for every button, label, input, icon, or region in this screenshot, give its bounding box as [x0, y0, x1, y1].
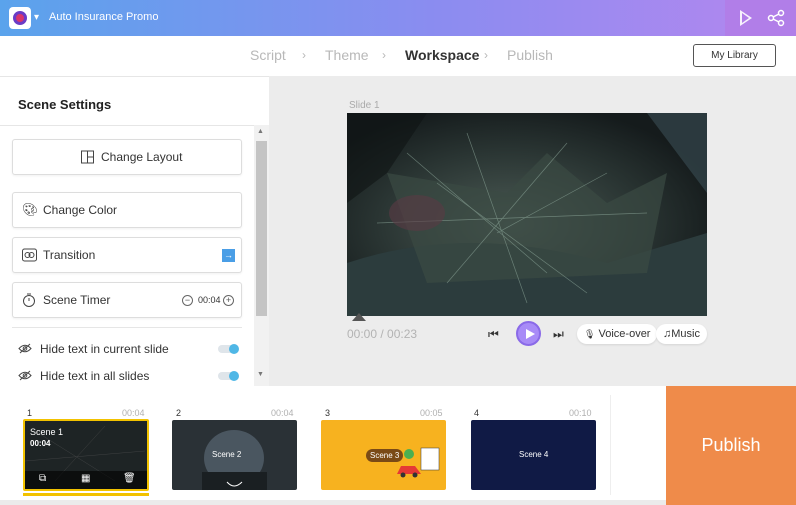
panel-title: Scene Settings — [18, 97, 112, 112]
divider — [0, 125, 254, 126]
divider — [12, 327, 242, 328]
voice-over-label: Voice-over — [598, 328, 651, 340]
scene-thumbnail-2[interactable]: Scene 2 — [172, 420, 297, 490]
step-separator: › — [302, 48, 306, 62]
play-button[interactable] — [516, 321, 541, 346]
hide-text-current-toggle[interactable] — [218, 344, 239, 354]
timeline-scrollbar[interactable] — [0, 500, 666, 505]
eye-off-icon — [18, 370, 32, 381]
step-navigation: Script › Theme › Workspace › Publish — [0, 47, 796, 65]
music-note-icon: ♫ — [663, 328, 672, 340]
eye-off-icon — [18, 343, 32, 354]
palette-icon: 🎨︎ — [22, 202, 39, 217]
selected-scene-indicator — [23, 493, 149, 496]
layout-icon — [81, 150, 94, 164]
transition-row[interactable]: Transition → — [12, 237, 242, 273]
voice-over-button[interactable]: 🎙︎ Voice-over — [577, 324, 658, 344]
hide-text-all-label: Hide text in all slides — [40, 369, 150, 383]
publish-button[interactable]: Publish — [666, 386, 796, 505]
scene-duration: 00:04 — [271, 408, 294, 418]
scene-number: 1 — [27, 408, 33, 418]
step-workspace[interactable]: Workspace — [405, 47, 479, 63]
share-icon[interactable] — [766, 9, 786, 27]
timer-icon — [23, 293, 35, 307]
scene-actions: ⧉ ▦ 🗑︎ — [25, 471, 147, 489]
scene-duration: 00:04 — [122, 408, 145, 418]
scene-time: 00:04 — [30, 439, 51, 448]
step-script[interactable]: Script — [250, 47, 286, 63]
slide-label: Slide 1 — [349, 100, 380, 111]
scene-duration: 00:10 — [569, 408, 592, 418]
hide-text-all-toggle[interactable] — [218, 371, 239, 381]
transition-label: Transition — [43, 248, 96, 262]
scroll-down-icon[interactable]: ▼ — [257, 371, 264, 378]
scroll-up-icon[interactable]: ▲ — [257, 128, 264, 135]
timer-decrease-button[interactable]: − — [182, 295, 193, 306]
scene-timer-label: Scene Timer — [43, 293, 111, 307]
music-label: Music — [671, 328, 700, 340]
preview-play-icon[interactable] — [740, 10, 752, 26]
step-publish[interactable]: Publish — [507, 47, 553, 63]
scene-thumbnail-1[interactable]: Scene 1 00:04 ⧉ ▦ 🗑︎ — [23, 419, 149, 491]
top-bar: ▾ Auto Insurance Promo — [0, 0, 796, 36]
scene-thumbnail-3[interactable]: Scene 3 — [321, 420, 446, 490]
divider — [610, 395, 611, 495]
hide-text-current-label: Hide text in current slide — [40, 342, 169, 356]
transition-arrow-icon[interactable]: → — [222, 249, 235, 262]
app-logo-icon[interactable] — [9, 7, 31, 29]
skip-forward-icon[interactable]: ⏭︎ — [553, 327, 564, 342]
transition-icon — [22, 248, 37, 262]
change-color-button[interactable]: 🎨︎ Change Color — [12, 192, 242, 228]
layout-grid-icon[interactable]: ▦ — [81, 473, 90, 484]
scene-caption: Scene 1 — [30, 427, 64, 437]
delete-icon[interactable]: 🗑︎ — [123, 473, 136, 484]
duplicate-icon[interactable]: ⧉ — [39, 473, 46, 484]
timeline-marker[interactable] — [352, 313, 366, 321]
car-insurance-illustration — [397, 447, 440, 478]
scene-thumbnail-4[interactable]: Scene 4 — [471, 420, 596, 490]
scene-number: 4 — [474, 408, 480, 418]
chevron-down-icon[interactable]: ▾ — [34, 12, 39, 23]
scene-caption: Scene 4 — [519, 450, 549, 459]
timer-value[interactable]: 00:04 — [198, 295, 221, 305]
music-button[interactable]: ♫Music — [656, 324, 707, 344]
change-layout-label: Change Layout — [101, 150, 183, 164]
slide-preview-image[interactable] — [347, 113, 707, 316]
change-layout-button[interactable]: Change Layout — [12, 139, 242, 175]
microphone-icon: 🎙︎ — [584, 329, 596, 339]
step-separator: › — [382, 48, 386, 62]
scene-settings-panel: Scene Settings Change Layout 🎨︎ Change C… — [0, 76, 269, 386]
scene-duration: 00:05 — [420, 408, 443, 418]
my-library-button[interactable]: My Library — [693, 44, 776, 67]
scene-caption: Scene 2 — [212, 450, 242, 459]
scene-timer-row: Scene Timer − 00:04 + — [12, 282, 242, 318]
project-title[interactable]: Auto Insurance Promo — [49, 11, 158, 23]
scene-number: 2 — [176, 408, 182, 418]
change-color-label: Change Color — [43, 203, 118, 217]
playback-time: 00:00 / 00:23 — [347, 327, 418, 341]
skip-back-icon[interactable]: ⏮︎ — [488, 327, 499, 342]
step-theme[interactable]: Theme — [325, 47, 369, 63]
timer-increase-button[interactable]: + — [223, 295, 234, 306]
scrollbar-thumb[interactable] — [256, 141, 267, 316]
step-separator: › — [484, 48, 488, 62]
scene-number: 3 — [325, 408, 331, 418]
